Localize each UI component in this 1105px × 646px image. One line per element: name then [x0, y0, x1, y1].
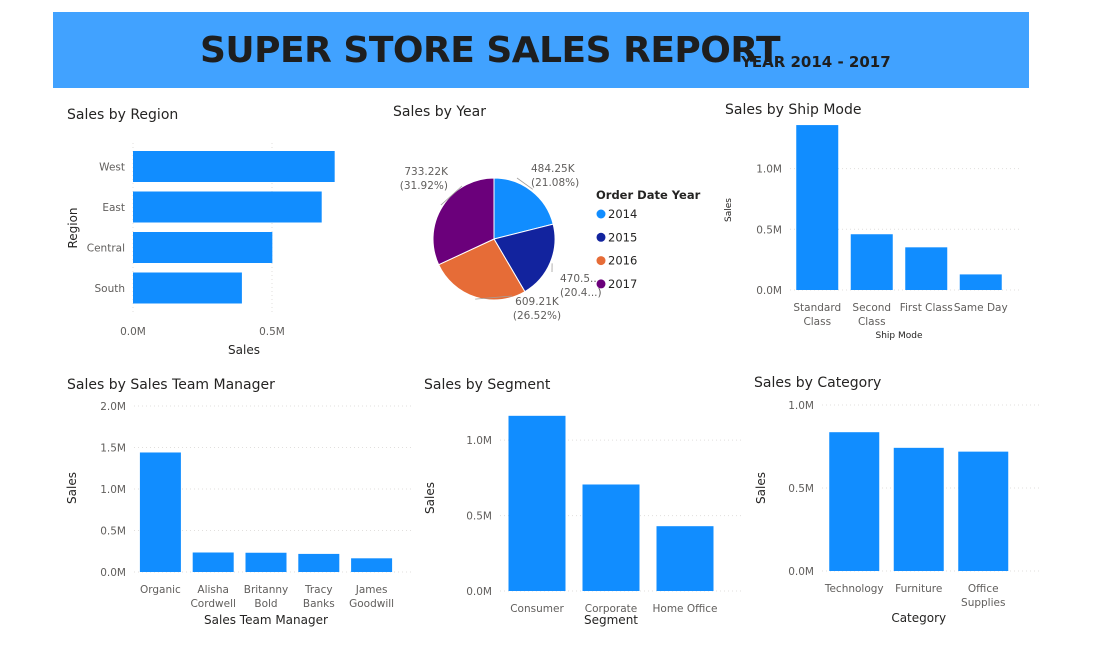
pie-percent-label: (26.52%)	[513, 310, 561, 322]
category-bar	[829, 432, 880, 571]
region-bar	[133, 151, 335, 182]
category-y-axis-title: Sales	[754, 472, 768, 504]
category-ytick-label: 1.0M	[788, 400, 814, 412]
manager-xtick-label: Bold	[254, 598, 277, 610]
manager-ytick-label: 0.0M	[100, 567, 126, 579]
pie-legend-title: Order Date Year	[596, 188, 701, 202]
region-x-axis-title: Sales	[228, 343, 260, 357]
shipmode-bar	[850, 234, 893, 290]
manager-xtick-label: Goodwill	[349, 598, 394, 610]
manager-xtick-label: Organic	[140, 584, 181, 596]
shipmode-bar	[905, 247, 948, 290]
pie-legend-label: 2014	[608, 207, 637, 221]
shipmode-bar	[796, 125, 839, 291]
manager-bar	[192, 552, 234, 572]
category-xtick-label: Supplies	[961, 597, 1005, 609]
pie-legend-label: 2017	[608, 277, 637, 291]
pie-percent-label: (31.92%)	[400, 180, 448, 192]
manager-y-axis-title: Sales	[65, 472, 79, 504]
manager-bar	[298, 553, 340, 572]
shipmode-xtick-label: Class	[803, 316, 831, 328]
region-category-label: Central	[87, 243, 125, 255]
pie-legend-marker	[596, 279, 606, 289]
category-ytick-label: 0.5M	[788, 483, 814, 495]
manager-x-axis-title: Sales Team Manager	[204, 613, 328, 627]
shipmode-xtick-label: First Class	[900, 302, 953, 314]
shipmode-x-axis-title: Ship Mode	[875, 331, 922, 341]
pie-legend-label: 2015	[608, 230, 637, 244]
category-ytick-label: 0.0M	[788, 566, 814, 578]
manager-ytick-label: 1.5M	[100, 443, 126, 455]
region-y-axis-title: Region	[66, 207, 80, 248]
shipmode-y-axis-title: Sales	[724, 198, 734, 222]
manager-xtick-label: James	[355, 584, 388, 596]
region-xtick-label: 0.0M	[120, 326, 146, 338]
segment-ytick-label: 0.0M	[466, 586, 492, 598]
segment-xtick-label: Consumer	[510, 603, 564, 615]
pie-percent-label: (21.08%)	[531, 177, 579, 189]
segment-ytick-label: 0.5M	[466, 511, 492, 523]
pie-legend-marker	[596, 209, 606, 219]
category-xtick-label: Office	[968, 583, 999, 595]
segment-bar	[656, 526, 714, 591]
segment-x-axis-title: Segment	[584, 613, 638, 627]
region-bar	[133, 232, 273, 263]
category-xtick-label: Furniture	[895, 583, 942, 595]
shipmode-xtick-label: Standard	[793, 302, 841, 314]
manager-xtick-label: Banks	[303, 598, 335, 610]
pie-data-label: 484.25K	[531, 163, 576, 175]
region-bar	[133, 191, 322, 223]
manager-xtick-label: Britanny	[244, 584, 289, 596]
category-xtick-label: Technology	[824, 583, 884, 595]
shipmode-xtick-label: Same Day	[954, 302, 1008, 314]
segment-y-axis-title: Sales	[423, 482, 437, 514]
manager-xtick-label: Cordwell	[190, 598, 235, 610]
region-category-label: West	[99, 162, 125, 174]
shipmode-bar	[959, 274, 1002, 290]
pie-data-label: 733.22K	[404, 166, 449, 178]
manager-xtick-label: Alisha	[197, 584, 229, 596]
segment-bar	[508, 415, 566, 591]
region-bar	[133, 272, 242, 304]
category-bar	[893, 447, 944, 571]
shipmode-xtick-label: Second	[852, 302, 891, 314]
pie-legend-marker	[596, 232, 606, 242]
shipmode-xtick-label: Class	[858, 316, 886, 328]
pie-data-label: 609.21K	[515, 296, 560, 308]
shipmode-ytick-label: 0.0M	[756, 285, 782, 297]
category-bar	[958, 451, 1009, 571]
manager-bar	[139, 452, 181, 572]
pie-legend-marker	[596, 256, 606, 266]
category-x-axis-title: Category	[891, 611, 946, 625]
pie-data-label: 470.5...	[560, 273, 600, 285]
segment-xtick-label: Home Office	[653, 603, 718, 615]
manager-ytick-label: 1.0M	[100, 484, 126, 496]
manager-bar	[245, 552, 287, 572]
region-category-label: South	[94, 283, 125, 295]
region-category-label: East	[102, 202, 125, 214]
segment-bar	[582, 484, 640, 591]
shipmode-ytick-label: 0.5M	[756, 224, 782, 236]
region-xtick-label: 0.5M	[259, 326, 285, 338]
charts-canvas: 0.0M 0.5M West East Central South Sales Region 4…	[65, 125, 1040, 627]
pie-legend-label: 2016	[608, 254, 637, 268]
shipmode-ytick-label: 1.0M	[756, 164, 782, 176]
pie-percent-label: (20.4...)	[560, 287, 602, 299]
manager-ytick-label: 0.5M	[100, 526, 126, 538]
manager-xtick-label: Tracy	[304, 584, 333, 596]
segment-ytick-label: 1.0M	[466, 435, 492, 447]
manager-ytick-label: 2.0M	[100, 401, 126, 413]
manager-bar	[351, 558, 393, 572]
